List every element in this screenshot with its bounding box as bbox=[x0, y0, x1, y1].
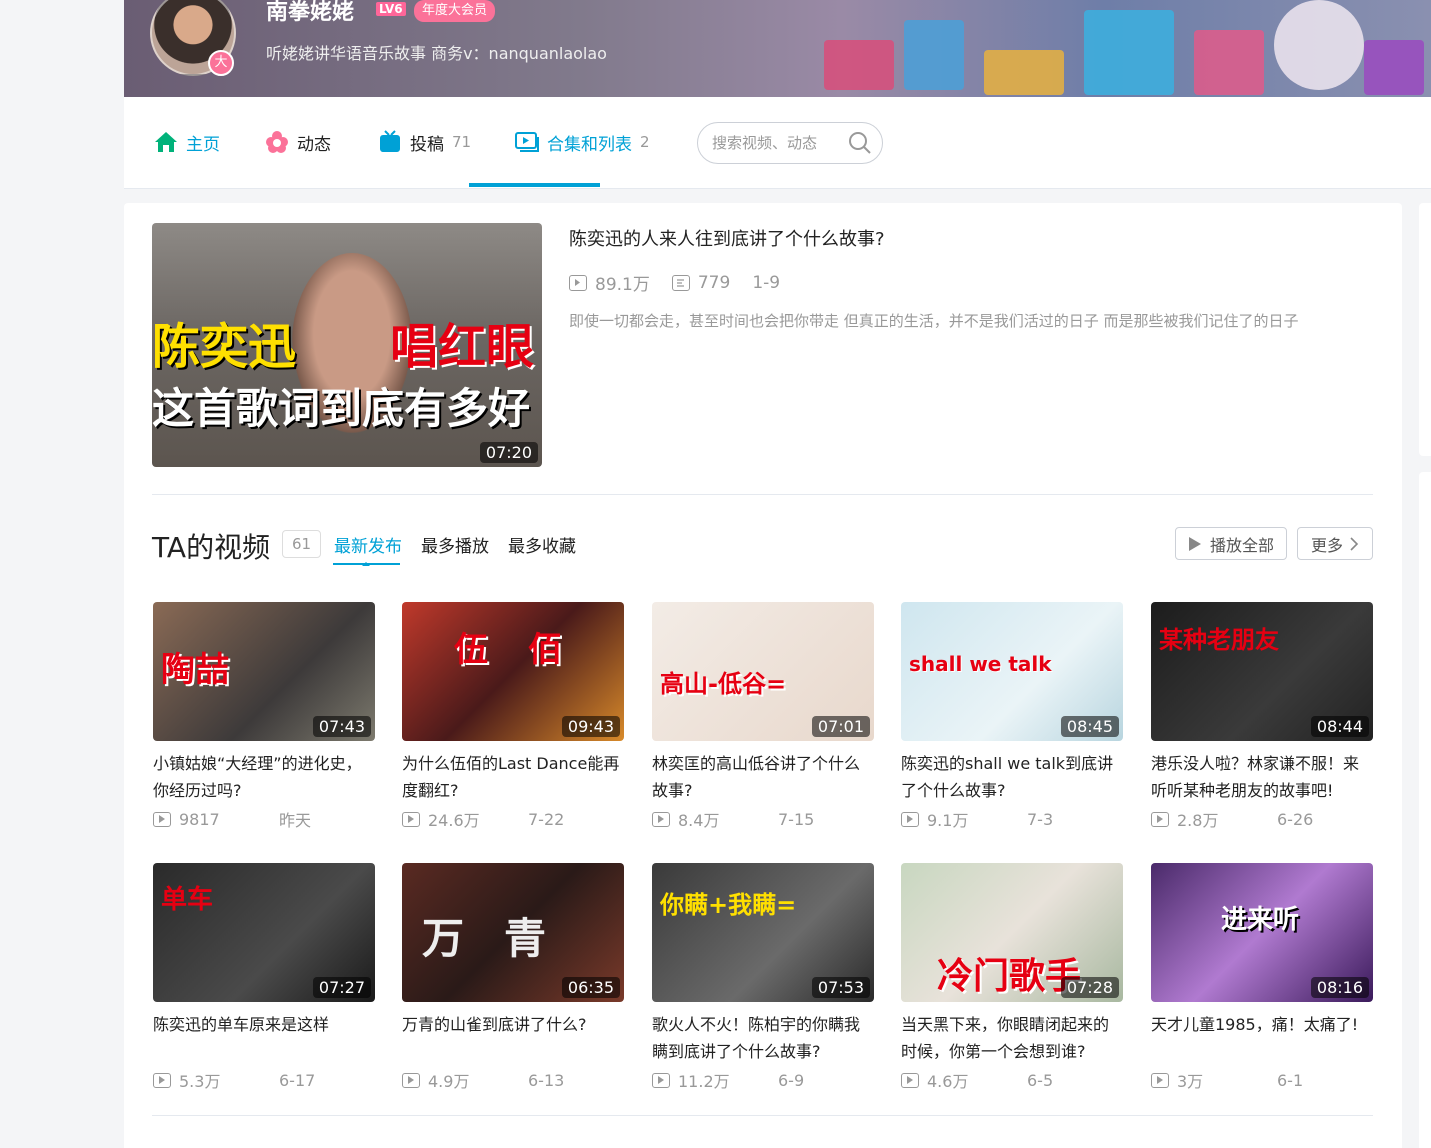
video-thumbnail[interactable]: 单车 07:27 bbox=[153, 863, 375, 1002]
search-icon[interactable] bbox=[848, 131, 872, 155]
vip-avatar-badge: 大 bbox=[208, 50, 234, 76]
danmaku-icon bbox=[671, 274, 690, 291]
video-title[interactable]: 陈奕迅的shall we talk到底讲了个什么故事? bbox=[901, 750, 1123, 804]
video-title[interactable]: 天才儿童1985，痛！太痛了! bbox=[1151, 1011, 1373, 1065]
video-card[interactable]: 万青 06:35 万青的山雀到底讲了什么? 4.9万 6-13 bbox=[402, 863, 624, 1092]
video-title[interactable]: 为什么伍佰的Last Dance能再度翻红? bbox=[402, 750, 624, 804]
video-card[interactable]: 进来听 08:16 天才儿童1985，痛！太痛了! 3万 6-1 bbox=[1151, 863, 1373, 1092]
divider bbox=[152, 494, 1373, 495]
play-count-icon bbox=[901, 811, 919, 827]
side-panel bbox=[1419, 203, 1431, 456]
play-count-icon bbox=[652, 1072, 670, 1088]
video-card[interactable]: 某种老朋友 08:44 港乐没人啦？林家谦不服！来听听某种老朋友的故事吧! 2.… bbox=[1151, 602, 1373, 831]
video-thumbnail[interactable]: 高山-低谷= 07:01 bbox=[652, 602, 874, 741]
video-thumbnail[interactable]: 陶喆 07:43 bbox=[153, 602, 375, 741]
user-signature: 听姥姥讲华语音乐故事 商务v：nanquanlaolao bbox=[266, 44, 607, 63]
video-card[interactable]: 陶喆 07:43 小镇姑娘“大经理”的进化史，你经历过吗? 9817 昨天 bbox=[153, 602, 375, 831]
more-button[interactable]: 更多 bbox=[1297, 527, 1373, 560]
video-thumbnail[interactable]: 进来听 08:16 bbox=[1151, 863, 1373, 1002]
play-icon bbox=[1188, 536, 1201, 551]
featured-video-title[interactable]: 陈奕迅的人来人往到底讲了个什么故事? bbox=[569, 225, 885, 251]
sort-tab-indicator bbox=[333, 562, 400, 566]
video-card[interactable]: 冷门歌手 07:28 当天黑下来，你眼睛闭起来的时候，你第一个会想到谁? 4.6… bbox=[901, 863, 1123, 1092]
profile-nav: 主页 动态 投稿 71 合集和列表 2 bbox=[124, 97, 1431, 189]
level-badge: LV6 bbox=[376, 2, 406, 16]
flower-icon bbox=[265, 130, 289, 154]
video-thumbnail[interactable]: 某种老朋友 08:44 bbox=[1151, 602, 1373, 741]
tab-collections[interactable]: 合集和列表 2 bbox=[515, 130, 650, 155]
play-count-icon bbox=[1151, 811, 1169, 827]
featured-video-description: 即使一切都会走，甚至时间也会把你带走 但真正的生活，并不是我们活过的日子 而是那… bbox=[569, 312, 1299, 330]
tab-dynamic[interactable]: 动态 bbox=[265, 130, 331, 155]
video-thumbnail[interactable]: shall we talk 08:45 bbox=[901, 602, 1123, 741]
video-title[interactable]: 陈奕迅的单车原来是这样 bbox=[153, 1011, 375, 1065]
playlist-icon bbox=[515, 130, 539, 154]
play-count-icon bbox=[901, 1072, 919, 1088]
video-card[interactable]: 高山-低谷= 07:01 林奕匡的高山低谷讲了个什么故事? 8.4万 7-15 bbox=[652, 602, 874, 831]
video-title[interactable]: 万青的山雀到底讲了什么? bbox=[402, 1011, 624, 1065]
play-count-icon bbox=[1151, 1072, 1169, 1088]
play-all-button[interactable]: 播放全部 bbox=[1175, 527, 1287, 560]
featured-video-meta: 89.1万 779 1-9 bbox=[569, 270, 802, 295]
play-count-icon bbox=[402, 1072, 420, 1088]
play-count-icon bbox=[652, 811, 670, 827]
duration-badge: 07:20 bbox=[479, 442, 538, 463]
videos-count-badge: 61 bbox=[282, 530, 322, 558]
video-thumbnail[interactable]: 冷门歌手 07:28 bbox=[901, 863, 1123, 1002]
play-count-icon bbox=[153, 1072, 171, 1088]
divider bbox=[152, 1115, 1373, 1116]
tab-home[interactable]: 主页 bbox=[154, 130, 220, 155]
search-box[interactable] bbox=[697, 122, 883, 164]
search-input[interactable] bbox=[712, 134, 842, 152]
play-count-icon bbox=[153, 811, 171, 827]
video-title[interactable]: 歌火人不火！陈柏宇的你瞒我瞒到底讲了个什么故事? bbox=[652, 1011, 874, 1065]
video-card[interactable]: 单车 07:27 陈奕迅的单车原来是这样 5.3万 6-17 bbox=[153, 863, 375, 1092]
tab-most-favorited[interactable]: 最多收藏 bbox=[508, 532, 576, 557]
tab-latest[interactable]: 最新发布 bbox=[334, 532, 402, 557]
video-title[interactable]: 林奕匡的高山低谷讲了个什么故事? bbox=[652, 750, 874, 804]
video-title[interactable]: 港乐没人啦？林家谦不服！来听听某种老朋友的故事吧! bbox=[1151, 750, 1373, 804]
play-count-icon bbox=[569, 274, 587, 291]
active-tab-indicator bbox=[469, 183, 600, 187]
tab-uploads[interactable]: 投稿 71 bbox=[378, 130, 471, 155]
video-thumbnail[interactable]: 你瞒+我瞒= 07:53 bbox=[652, 863, 874, 1002]
side-panel-lower bbox=[1419, 472, 1431, 1148]
featured-video-thumbnail[interactable]: 陈奕迅 唱红眼 这首歌词到底有多好 07:20 bbox=[152, 223, 542, 467]
username[interactable]: 南拳姥姥 bbox=[266, 0, 354, 26]
video-thumbnail[interactable]: 万青 06:35 bbox=[402, 863, 624, 1002]
play-count-icon bbox=[402, 811, 420, 827]
video-card[interactable]: 伍佰 09:43 为什么伍佰的Last Dance能再度翻红? 24.6万 7-2… bbox=[402, 602, 624, 831]
tab-most-played[interactable]: 最多播放 bbox=[421, 532, 489, 557]
vip-badge[interactable]: 年度大会员 bbox=[414, 0, 496, 22]
video-title[interactable]: 小镇姑娘“大经理”的进化史，你经历过吗? bbox=[153, 750, 375, 804]
video-card[interactable]: 你瞒+我瞒= 07:53 歌火人不火！陈柏宇的你瞒我瞒到底讲了个什么故事? 11… bbox=[652, 863, 874, 1092]
videos-section-title: TA的视频 bbox=[152, 531, 271, 564]
video-card[interactable]: shall we talk 08:45 陈奕迅的shall we talk到底讲… bbox=[901, 602, 1123, 831]
chevron-right-icon bbox=[1350, 536, 1359, 551]
video-title[interactable]: 当天黑下来，你眼睛闭起来的时候，你第一个会想到谁? bbox=[901, 1011, 1123, 1065]
tv-icon bbox=[378, 130, 402, 154]
home-icon bbox=[154, 130, 178, 154]
video-thumbnail[interactable]: 伍佰 09:43 bbox=[402, 602, 624, 741]
